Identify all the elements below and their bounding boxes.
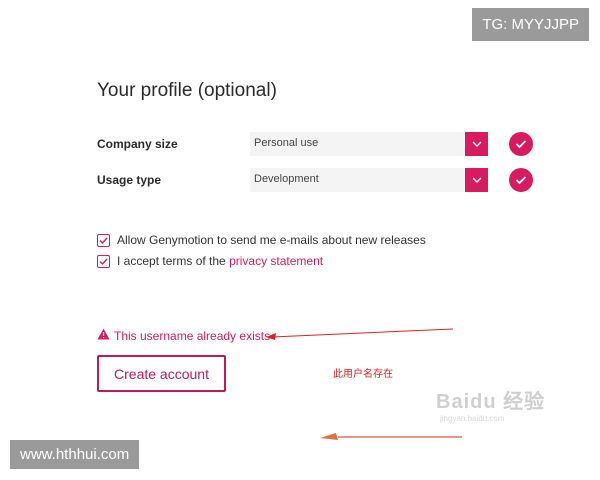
site-watermark-badge: www.hthhui.com xyxy=(10,440,140,469)
annotation-arrowhead xyxy=(266,333,276,340)
baidu-watermark-url: jingyan.baidu.com xyxy=(440,414,505,423)
annotation-arrowhead-lower xyxy=(320,433,338,440)
annotation-note: 此用户名存在 xyxy=(333,369,393,380)
annotation-arrow-line xyxy=(271,328,454,338)
baidu-watermark: Baidu 经验 xyxy=(436,391,546,413)
